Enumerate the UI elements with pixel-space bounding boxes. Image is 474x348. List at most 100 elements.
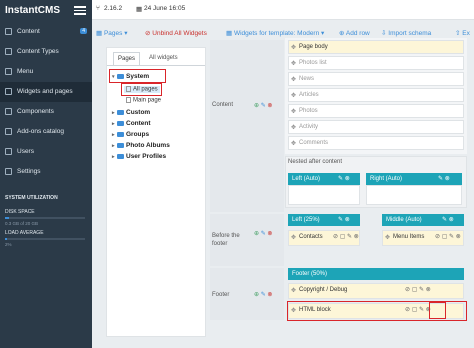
- template-dropdown[interactable]: ▦ Widgets for template: Modern ▾: [226, 29, 324, 37]
- tree-node-label: User Profiles: [126, 153, 167, 160]
- tree-node-label: Photo Albums: [126, 142, 170, 149]
- disk-space-label: DISK SPACE: [5, 209, 35, 215]
- add-icon: ⊕: [254, 231, 260, 237]
- date-label: 24 June 16:05: [144, 5, 186, 12]
- utilization-title: SYSTEM UTILIZATION: [5, 195, 58, 201]
- sidebar-item-label: Content: [17, 28, 40, 35]
- widget-copyright-debug[interactable]: ✥ Copyright / Debug ⊘ ▢ ✎ ⊗: [288, 283, 464, 299]
- sidebar: Content 4 Content Types Menu Widgets and …: [0, 20, 92, 348]
- sidebar-item-menu[interactable]: Menu: [0, 62, 92, 82]
- sidebar-item-users[interactable]: Users: [0, 142, 92, 162]
- folder-icon: [117, 109, 124, 115]
- move-icon: ✥: [291, 125, 297, 131]
- row-before-footer: Before the footer: [210, 214, 284, 266]
- row-footer-controls[interactable]: ⊕ ✎ ⊗: [254, 291, 272, 298]
- menu-icon: [5, 68, 12, 75]
- move-icon: ✥: [385, 235, 391, 241]
- widget-page-body[interactable]: ✥ Page body: [288, 40, 464, 54]
- move-icon: ✥: [291, 288, 297, 294]
- sidebar-item-label: Users: [17, 148, 34, 155]
- load-average-value: 2%: [5, 242, 12, 247]
- sidebar-item-content[interactable]: Content 4: [0, 22, 92, 42]
- tree-node-photo-albums[interactable]: ▸ Photo Albums: [112, 142, 170, 149]
- nested-label: Nested after content: [288, 159, 343, 165]
- add-row-label: Add row: [345, 30, 370, 37]
- tree-node-label: Groups: [126, 131, 150, 138]
- move-icon: ✥: [291, 61, 297, 67]
- folder-icon: [117, 120, 124, 126]
- sidebar-item-label: Widgets and pages: [17, 88, 73, 95]
- brand-text: InstantCMS: [5, 5, 60, 16]
- sidebar-item-label: Add-ons catalog: [17, 128, 64, 135]
- sidebar-item-content-types[interactable]: Content Types: [0, 42, 92, 62]
- folder-icon: [117, 131, 124, 137]
- col-right-auto: Right (Auto) ✎ ⊗: [366, 173, 462, 185]
- widget-contacts[interactable]: ✥ Contacts ⊘ ▢ ✎ ⊗: [288, 230, 360, 246]
- move-icon: ✥: [291, 45, 297, 51]
- hamburger-icon[interactable]: [74, 4, 86, 16]
- users-icon: [5, 148, 12, 155]
- edit-icon: ✎: [260, 231, 266, 237]
- settings-icon: [5, 168, 12, 175]
- move-icon: ✥: [291, 235, 297, 241]
- delete-icon: ⊗: [267, 103, 273, 109]
- folder-icon: [117, 153, 124, 159]
- tree-node-user-profiles[interactable]: ▸ User Profiles: [112, 153, 166, 160]
- widget-menu-items[interactable]: ✥ Menu Items ⊘ ▢ ✎ ⊗: [382, 230, 464, 246]
- tree-leaf-main-page[interactable]: Main page: [126, 97, 161, 104]
- move-icon: ✥: [291, 141, 297, 147]
- edit-icon: ✎ ⊗: [438, 176, 450, 182]
- edit-icon: ✎ ⊗: [338, 217, 350, 223]
- widget-photos-list[interactable]: ✥ Photos list: [288, 56, 464, 70]
- highlight-box: [121, 83, 162, 96]
- pages-dropdown[interactable]: ▦ Pages ▾: [96, 29, 127, 37]
- tree-node-label: Custom: [126, 109, 151, 116]
- sidebar-item-label: Content Types: [17, 48, 59, 55]
- edit-icon: ✎: [260, 292, 266, 298]
- sidebar-item-settings[interactable]: Settings: [0, 162, 92, 182]
- sidebar-item-addons[interactable]: Add-ons catalog: [0, 122, 92, 142]
- widget-news[interactable]: ✥ News: [288, 72, 464, 86]
- sidebar-item-widgets[interactable]: Widgets and pages: [0, 82, 92, 102]
- addons-icon: [5, 128, 12, 135]
- add-row-button[interactable]: ⊕ Add row: [339, 29, 370, 37]
- add-icon: ⊕: [254, 103, 260, 109]
- sidebar-item-components[interactable]: Components: [0, 102, 92, 122]
- widget-articles[interactable]: ✥ Articles: [288, 88, 464, 102]
- widget-activity[interactable]: ✥ Activity: [288, 120, 464, 134]
- import-schema-button[interactable]: ⇩ Import schema: [381, 29, 431, 37]
- widget-photos[interactable]: ✥ Photos: [288, 104, 464, 118]
- unbind-label: Unbind All Widgets: [152, 30, 207, 37]
- col-left-25: Left (25%) ✎ ⊗: [288, 214, 360, 226]
- content-types-icon: [5, 48, 12, 55]
- col-footer-50: Footer (50%): [288, 268, 464, 280]
- sidebar-item-label: Settings: [17, 168, 41, 175]
- move-icon: ✥: [291, 93, 297, 99]
- row-content-controls[interactable]: ⊕ ✎ ⊗: [254, 102, 272, 109]
- tab-pages[interactable]: Pages: [113, 52, 140, 65]
- edit-icon: ✎: [260, 103, 266, 109]
- export-button[interactable]: ⇧ Ex: [455, 29, 470, 37]
- row-footer: Footer: [210, 268, 284, 320]
- pages-label: Pages: [103, 30, 123, 37]
- tree-node-groups[interactable]: ▸ Groups: [112, 131, 149, 138]
- tab-all-widgets[interactable]: All widgets: [145, 52, 185, 65]
- widget-actions: ⊘ ▢ ✎ ⊗: [435, 234, 461, 240]
- tree-node-content[interactable]: ▸ Content: [112, 120, 151, 127]
- edit-icon: ✎ ⊗: [338, 176, 350, 182]
- col-left-auto: Left (Auto) ✎ ⊗: [288, 173, 360, 185]
- import-label: Import schema: [388, 30, 432, 37]
- widget-comments[interactable]: ✥ Comments: [288, 136, 464, 150]
- row-label: Content: [212, 102, 234, 108]
- row-before-footer-controls[interactable]: ⊕ ✎ ⊗: [254, 230, 272, 237]
- unbind-button[interactable]: ⊘ Unbind All Widgets: [145, 29, 207, 37]
- sidebar-item-label: Components: [17, 108, 54, 115]
- page-icon: [126, 97, 131, 103]
- tree-node-custom[interactable]: ▸ Custom: [112, 109, 150, 116]
- components-icon: [5, 108, 12, 115]
- widget-actions: ⊘ ▢ ✎ ⊗: [405, 287, 431, 293]
- edit-icon: ✎ ⊗: [442, 217, 454, 223]
- template-label: Widgets for template: Modern: [233, 30, 320, 37]
- export-label: Ex: [462, 30, 470, 37]
- tree-node-label: Content: [126, 120, 151, 127]
